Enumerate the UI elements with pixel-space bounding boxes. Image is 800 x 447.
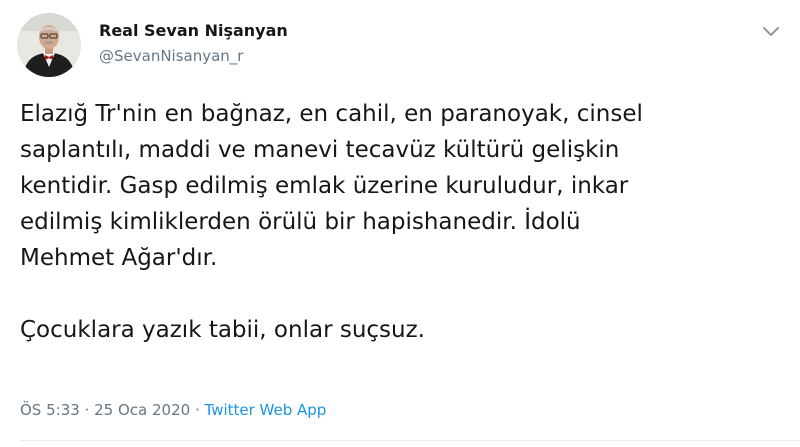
- divider: [20, 440, 800, 441]
- tweet-meta: ÖS 5:33 · 25 Oca 2020 · Twitter Web App: [20, 401, 326, 419]
- avatar[interactable]: [17, 13, 81, 77]
- tweet-menu-button[interactable]: [758, 18, 784, 44]
- tweet-date[interactable]: 25 Oca 2020: [94, 401, 190, 419]
- author-handle[interactable]: @SevanNisanyan_r: [99, 47, 243, 65]
- tweet-card: Real Sevan Nişanyan @SevanNisanyan_r Ela…: [0, 0, 800, 447]
- tweet-source-link[interactable]: Twitter Web App: [205, 401, 327, 419]
- profile-photo-icon: [17, 13, 81, 77]
- meta-separator: ·: [84, 401, 90, 419]
- tweet-text: Elazığ Tr'nin en bağnaz, en cahil, en pa…: [20, 101, 643, 343]
- meta-separator: ·: [194, 401, 200, 419]
- tweet-time[interactable]: ÖS 5:33: [20, 401, 80, 419]
- chevron-down-icon: [763, 27, 779, 36]
- author-display-name[interactable]: Real Sevan Nişanyan: [99, 21, 288, 40]
